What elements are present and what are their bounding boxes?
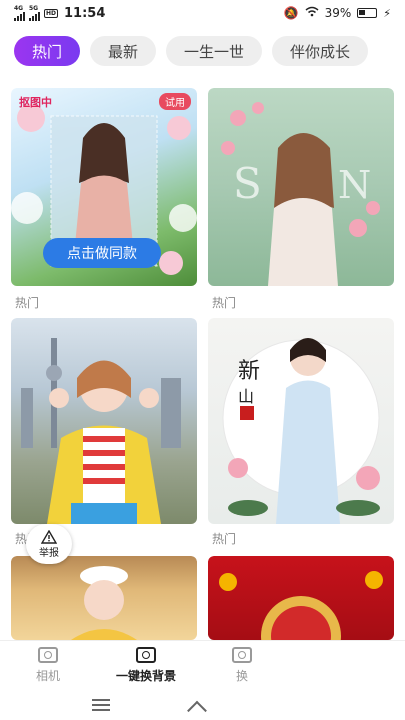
tab-growing-up[interactable]: 伴你成长 xyxy=(272,36,369,66)
nav-camera[interactable]: 相机 xyxy=(36,647,60,684)
template-image-5[interactable] xyxy=(11,556,197,640)
category-tabs: 热门 最新 一生一世 伴你成长 xyxy=(14,36,369,66)
report-label: 举报 xyxy=(39,547,59,559)
trial-badge: 试用 xyxy=(159,93,191,110)
status-left: 4G 5G HD 11:54 xyxy=(14,5,106,21)
signal-icon-1: 4G xyxy=(14,5,25,21)
swap-icon xyxy=(232,647,252,663)
nav-change-background-label: 一键换背景 xyxy=(116,669,177,683)
nav-third-label: 换 xyxy=(235,669,248,683)
background-swap-icon xyxy=(136,647,156,663)
tab-hot[interactable]: 热门 xyxy=(14,36,81,66)
template-image-3[interactable] xyxy=(11,318,197,524)
template-card-1[interactable]: 抠图中 试用 点击做同款 热门 xyxy=(11,88,197,312)
clock: 11:54 xyxy=(64,5,106,21)
template-card-2[interactable]: S N 热门 xyxy=(208,88,394,312)
portrait-illustration xyxy=(219,571,383,640)
tab-forever[interactable]: 一生一世 xyxy=(166,36,263,66)
portrait-illustration: 新 山 xyxy=(222,338,380,524)
camera-icon xyxy=(38,647,58,663)
nav-camera-label: 相机 xyxy=(36,669,61,683)
app-screen: 4G 5G HD 11:54 🔕 39% ⚡ 热门 最新 一生一世 伴你成长 抠… xyxy=(0,0,405,720)
card-category-label: 热门 xyxy=(212,296,237,310)
template-card-5[interactable] xyxy=(11,556,197,640)
svg-text:新: 新 xyxy=(238,359,260,384)
portrait-illustration xyxy=(71,566,137,640)
battery-icon xyxy=(357,8,378,18)
mute-icon: 🔕 xyxy=(283,6,299,20)
menu-icon[interactable] xyxy=(92,699,110,714)
template-card-4[interactable]: 新 山 热门 xyxy=(208,318,394,546)
home-icon[interactable] xyxy=(187,700,207,720)
template-image-4[interactable]: 新 山 xyxy=(208,318,394,524)
tab-latest[interactable]: 最新 xyxy=(90,36,157,66)
cutout-status-badge: 抠图中 xyxy=(19,96,52,109)
template-image-6[interactable] xyxy=(208,556,394,640)
portrait-illustration xyxy=(21,338,181,524)
svg-text:N: N xyxy=(338,163,371,207)
make-same-button[interactable]: 点击做同款 xyxy=(43,238,161,268)
portrait-illustration: S N xyxy=(221,102,380,286)
report-button[interactable]: 举报 xyxy=(26,524,72,564)
wifi-icon xyxy=(305,6,319,20)
nav-third[interactable]: 换 xyxy=(232,647,252,684)
card-category-label: 热门 xyxy=(212,532,237,546)
svg-text:S: S xyxy=(233,159,262,208)
signal-icon-2: 5G xyxy=(29,5,40,21)
system-nav-bar xyxy=(0,690,405,720)
warning-icon xyxy=(41,529,57,544)
bottom-nav: 相机 一键换背景 换 xyxy=(0,640,405,688)
card-category-label: 热门 xyxy=(15,296,40,310)
svg-text:山: 山 xyxy=(238,387,254,406)
battery-percent: 39% xyxy=(324,6,352,20)
template-image-2[interactable]: S N xyxy=(208,88,394,286)
template-image-1[interactable]: 抠图中 试用 点击做同款 xyxy=(11,88,197,286)
status-right: 🔕 39% ⚡ xyxy=(284,6,391,20)
charging-icon: ⚡ xyxy=(383,6,391,20)
status-bar: 4G 5G HD 11:54 🔕 39% ⚡ xyxy=(0,0,405,26)
nav-change-background[interactable]: 一键换背景 xyxy=(116,647,176,684)
template-card-3[interactable]: 热门 xyxy=(11,318,197,546)
template-card-6[interactable] xyxy=(208,556,394,640)
hd-badge: HD xyxy=(44,8,59,18)
